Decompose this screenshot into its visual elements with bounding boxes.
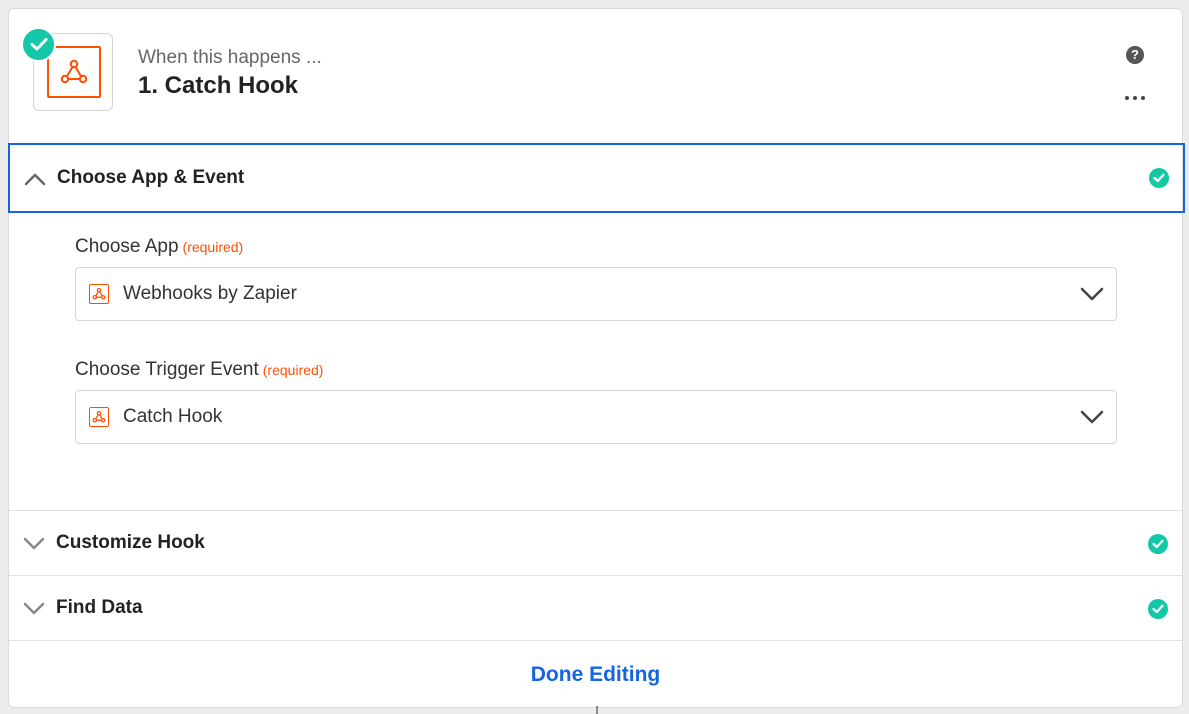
more-horizontal-icon[interactable] <box>1124 89 1146 105</box>
choose-app-label-text: Choose App <box>75 236 179 257</box>
check-circle-icon <box>1148 599 1168 619</box>
webhook-icon <box>89 407 109 427</box>
choose-trigger-event-label: Choose Trigger Event (required) <box>75 359 323 381</box>
choose-app-value: Webhooks by Zapier <box>123 283 297 304</box>
chevron-down-icon <box>23 602 45 615</box>
done-editing-button[interactable]: Done Editing <box>531 663 661 687</box>
section-find-data[interactable]: Find Data <box>9 576 1182 641</box>
required-marker: (required) <box>262 362 324 378</box>
step-header: When this happens ... 1. Catch Hook ? <box>9 9 1182 143</box>
chevron-down-icon <box>23 537 45 550</box>
step-footer: Done Editing <box>9 643 1182 707</box>
section-label: Find Data <box>56 597 143 618</box>
check-circle-icon <box>1148 534 1168 554</box>
trigger-step-card: When this happens ... 1. Catch Hook ? Ch… <box>8 8 1185 708</box>
check-circle-icon <box>1149 168 1169 188</box>
choose-trigger-event-label-text: Choose Trigger Event <box>75 359 259 380</box>
chevron-down-icon <box>1080 410 1104 424</box>
section-label: Choose App & Event <box>57 167 245 188</box>
choose-trigger-event-select[interactable]: Catch Hook <box>75 390 1117 444</box>
question-circle-icon[interactable]: ? <box>1126 46 1144 64</box>
chevron-down-icon <box>1080 287 1104 301</box>
webhook-icon <box>47 46 101 98</box>
check-circle-icon <box>21 27 56 62</box>
app-event-form: Choose App(required) Webhooks by Zapier <box>9 213 1182 511</box>
webhook-icon <box>89 284 109 304</box>
section-label: Customize Hook <box>56 532 205 553</box>
required-marker: (required) <box>182 239 244 255</box>
section-customize-hook[interactable]: Customize Hook <box>9 511 1182 576</box>
choose-app-label: Choose App (required) <box>75 236 243 258</box>
chevron-up-icon <box>24 173 46 186</box>
choose-app-select[interactable]: Webhooks by Zapier <box>75 267 1117 321</box>
step-title: 1. Catch Hook <box>138 72 299 99</box>
section-choose-app-event[interactable]: Choose App & Event <box>8 143 1185 213</box>
step-subtitle: When this happens ... <box>138 47 322 68</box>
step-connector-line <box>596 706 598 714</box>
choose-trigger-event-value: Catch Hook <box>123 406 223 427</box>
